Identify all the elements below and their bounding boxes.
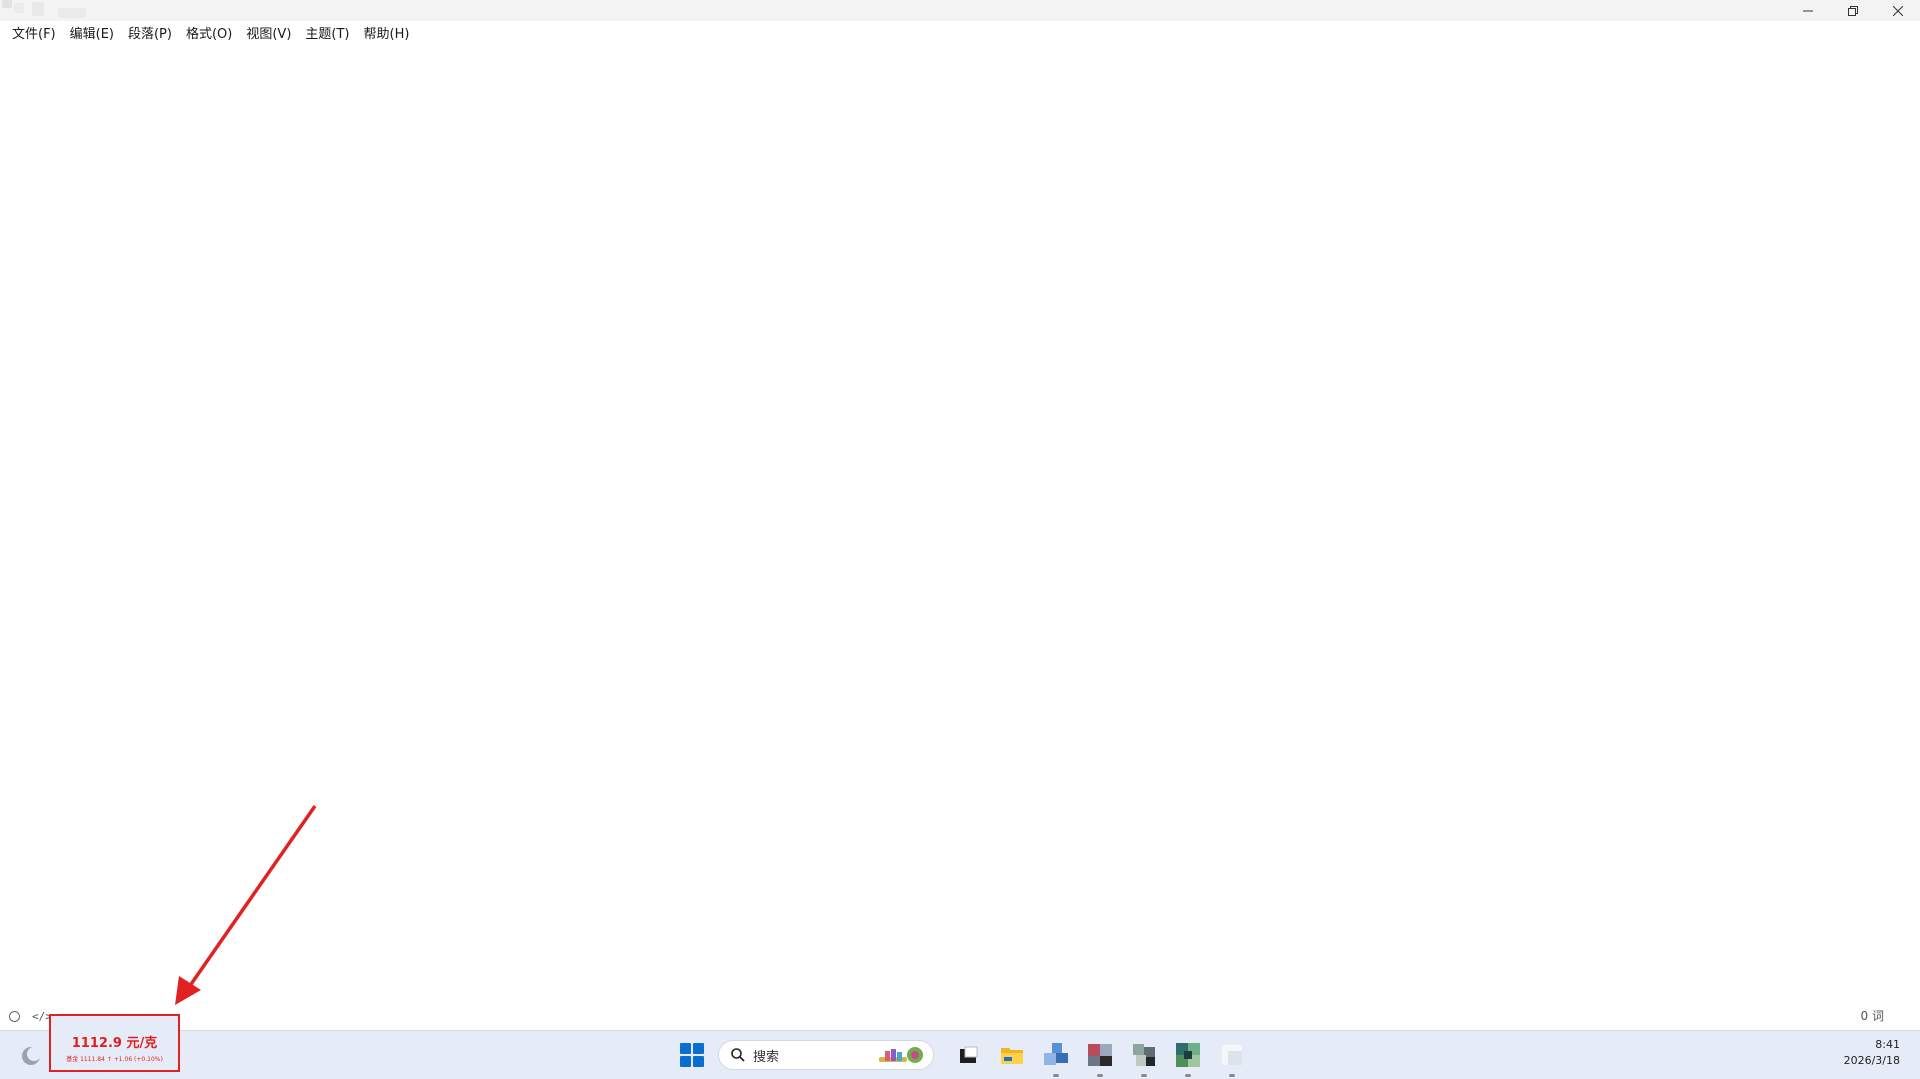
restore-button[interactable] (1830, 0, 1875, 21)
pinned-app-icon[interactable] (1042, 1041, 1070, 1077)
file-explorer-icon[interactable] (998, 1041, 1026, 1069)
clock-date: 2026/3/18 (1843, 1054, 1900, 1067)
clock-time: 8:41 (1875, 1038, 1900, 1051)
restore-icon (1847, 5, 1858, 16)
annotation-arrow (175, 805, 317, 1005)
menu-paragraph[interactable]: 段落(P) (122, 21, 178, 49)
task-view-icon[interactable] (954, 1041, 982, 1069)
search-icon (731, 1048, 745, 1062)
weather-icon[interactable] (20, 1045, 42, 1067)
menu-file[interactable]: 文件(F) (6, 21, 62, 49)
pinned-app-icon[interactable] (1174, 1041, 1202, 1077)
gold-price-detail: 基金 1111.84 ↑ +1.06 (+0.10%) (66, 1056, 163, 1063)
search-label: 搜索 (753, 1049, 780, 1065)
menu-bar: 文件(F) 编辑(E) 段落(P) 格式(O) 视图(V) 主题(T) 帮助(H… (0, 21, 417, 49)
close-button[interactable] (1875, 0, 1920, 21)
minimize-button[interactable] (1785, 0, 1830, 21)
taskbar-center: 搜索 (680, 1034, 1254, 1077)
pinned-app-icon[interactable] (1130, 1041, 1158, 1077)
gold-price: 1112.9 元/克 (71, 1036, 158, 1051)
search-highlight-icon (879, 1047, 923, 1063)
menu-edit[interactable]: 编辑(E) (64, 21, 120, 49)
word-count: 0 词 (1860, 1009, 1884, 1023)
minimize-icon (1802, 10, 1813, 11)
app-logo-icon (2, 0, 98, 21)
menu-theme[interactable]: 主题(T) (299, 21, 355, 49)
close-icon (1892, 5, 1903, 16)
gold-price-widget[interactable]: 1112.9 元/克 基金 1111.84 ↑ +1.06 (+0.10%) (49, 1014, 180, 1072)
pinned-app-icon[interactable] (1086, 1041, 1114, 1077)
menu-help[interactable]: 帮助(H) (358, 21, 416, 49)
pinned-app-icon[interactable] (1218, 1041, 1246, 1077)
menu-view[interactable]: 视图(V) (240, 21, 297, 49)
taskbar-search-box[interactable]: 搜索 (718, 1040, 934, 1070)
start-icon[interactable] (680, 1043, 704, 1067)
title-bar (0, 0, 1920, 21)
menu-format[interactable]: 格式(O) (180, 21, 238, 49)
circle-icon[interactable] (9, 1011, 20, 1022)
system-clock[interactable]: 8:41 2026/3/18 (1844, 1037, 1900, 1069)
